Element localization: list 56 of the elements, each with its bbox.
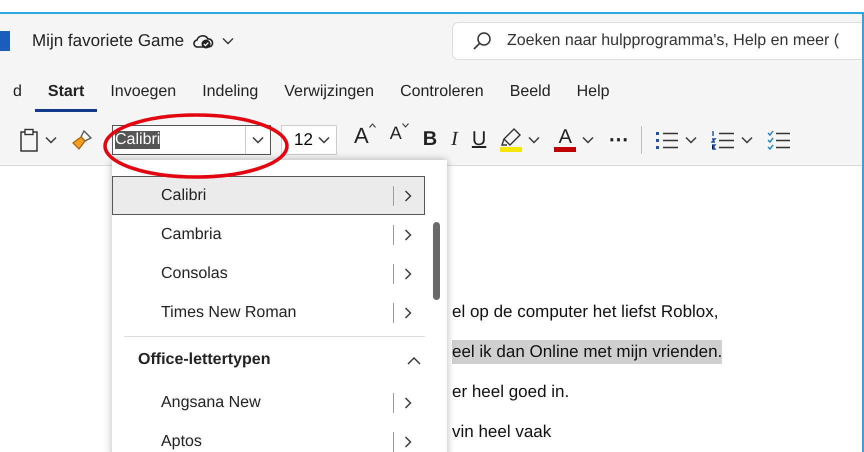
ribbon-tab[interactable]: Beeld: [496, 68, 564, 115]
bulleted-list-icon: [655, 130, 680, 150]
chevron-right-icon: [404, 306, 412, 318]
grow-font-button[interactable]: A: [349, 122, 381, 157]
cloud-check-icon: [192, 32, 214, 50]
caret-icon: [318, 136, 330, 144]
numbered-list-icon: [711, 130, 736, 150]
clipboard-icon: [19, 128, 39, 152]
italic-button[interactable]: I: [446, 122, 463, 157]
section-header: Office-lettertypen: [138, 351, 270, 369]
caret-icon: [685, 136, 698, 144]
caret-icon: [582, 136, 594, 144]
font-color-button[interactable]: A: [549, 122, 600, 157]
caret-icon: [741, 136, 754, 144]
ribbon-tab[interactable]: Indeling: [189, 68, 272, 115]
highlighter-icon: [500, 127, 522, 148]
document-text-line: er heel goed in.: [452, 382, 570, 401]
ribbon-tab[interactable]: Verwijzingen: [271, 68, 388, 115]
ribbon-tab[interactable]: Help: [564, 68, 623, 115]
scrollbar-thumb[interactable]: [433, 222, 440, 300]
caret-up-icon: [368, 122, 376, 128]
chevron-right-icon: [404, 228, 412, 240]
app-logo-icon: [0, 31, 10, 52]
caret-icon: [45, 136, 57, 144]
font-menu-item[interactable]: Consolas: [112, 254, 425, 293]
underline-button[interactable]: U: [466, 122, 492, 157]
chevron-right-icon: [404, 190, 412, 202]
window-title: Mijn favoriete Game: [32, 31, 184, 52]
chevron-right-icon: [404, 396, 412, 408]
caret-icon: [222, 37, 234, 46]
font-menu-item[interactable]: Times New Roman: [112, 293, 425, 332]
document-text-line: el op de computer het liefst Roblox,: [452, 302, 718, 321]
ribbon-tab[interactable]: d: [0, 68, 35, 115]
font-menu-item[interactable]: Calibri: [112, 176, 425, 215]
search-field[interactable]: Zoeken naar hulpprogramma's, Help en meer (: [452, 22, 862, 60]
caret-icon: [528, 136, 540, 144]
chevron-up-icon[interactable]: [407, 356, 421, 364]
chevron-right-icon: [404, 268, 412, 280]
font-menu-item[interactable]: Aptos: [112, 422, 425, 452]
caret-down-icon: [402, 122, 409, 128]
font-menu-item[interactable]: Angsana New: [112, 383, 425, 422]
paintbrush-icon: [71, 128, 93, 151]
ribbon-tab[interactable]: Start: [34, 68, 98, 115]
font-menu-item[interactable]: Cambria: [112, 215, 425, 254]
ribbon-tab[interactable]: Controleren: [387, 68, 497, 115]
caret-icon: [252, 136, 264, 144]
document-text-line: vin heel vaak: [452, 422, 552, 441]
checklist-icon: [767, 130, 792, 150]
chevron-right-icon: [404, 436, 412, 448]
font-name-dropdown[interactable]: Calibri: [112, 124, 271, 155]
bold-button[interactable]: B: [418, 122, 442, 157]
shrink-font-button[interactable]: A: [384, 122, 414, 157]
font-size-dropdown[interactable]: 12: [281, 124, 337, 155]
more-button[interactable]: ⋯: [603, 122, 634, 157]
search-icon: [472, 31, 492, 52]
ribbon-tab[interactable]: Invoegen: [97, 68, 190, 115]
